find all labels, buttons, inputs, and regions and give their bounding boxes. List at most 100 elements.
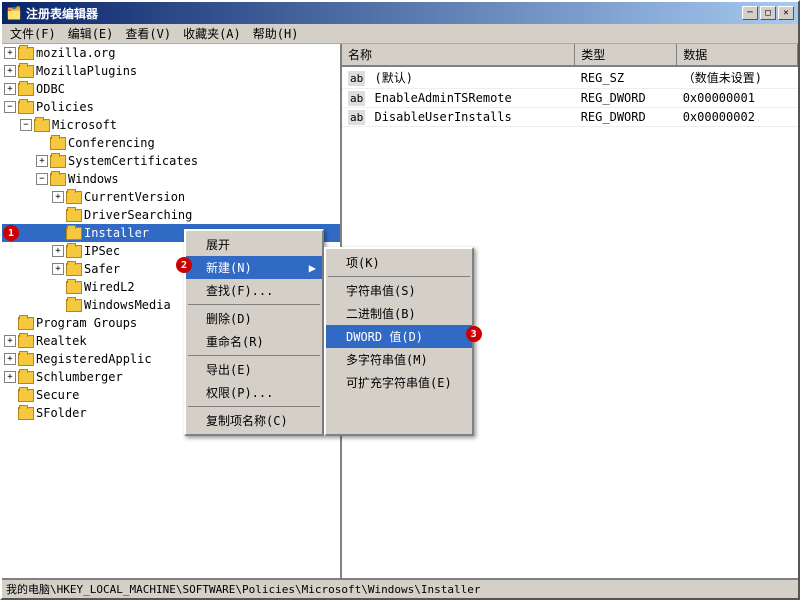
- sm-multistring[interactable]: 多字符串值(M): [326, 348, 472, 371]
- close-button[interactable]: ✕: [778, 6, 794, 20]
- reg-type: REG_DWORD: [575, 108, 677, 127]
- sm-string[interactable]: 字符串值(S): [326, 279, 472, 302]
- titlebar: 🗂️ 注册表编辑器 ─ □ ✕: [2, 2, 798, 24]
- tree-item-policies[interactable]: − Policies: [2, 98, 340, 116]
- tree-label-windows: Windows: [68, 172, 119, 186]
- submenu-arrow: ▶: [309, 261, 316, 275]
- folder-icon-sfolder: [18, 406, 34, 420]
- menu-help[interactable]: 帮助(H): [247, 24, 305, 43]
- menu-file[interactable]: 文件(F): [4, 24, 62, 43]
- sm-dword[interactable]: DWORD 值(D): [326, 325, 472, 348]
- tree-item-mozilla[interactable]: + mozilla.org: [2, 44, 340, 62]
- tree-item-odbc[interactable]: + ODBC: [2, 80, 340, 98]
- menu-view[interactable]: 查看(V): [119, 24, 177, 43]
- folder-icon-installer: [66, 226, 82, 240]
- statusbar-text: 我的电脑\HKEY_LOCAL_MACHINE\SOFTWARE\Policie…: [6, 581, 480, 597]
- tree-label-programgroups: Program Groups: [36, 316, 137, 330]
- folder-icon-registeredapplic: [18, 352, 34, 366]
- sm-binary[interactable]: 二进制值(B): [326, 302, 472, 325]
- cm-copyname[interactable]: 复制项名称(C): [186, 409, 322, 432]
- tree-label-conferencing: Conferencing: [68, 136, 155, 150]
- table-row[interactable]: ab DisableUserInstalls REG_DWORD 0x00000…: [342, 108, 798, 127]
- expander-realtek[interactable]: +: [4, 335, 16, 347]
- tree-label-windowsmedia: WindowsMedia: [84, 298, 171, 312]
- cm-find[interactable]: 查找(F)...: [186, 279, 322, 302]
- menu-favorites[interactable]: 收藏夹(A): [177, 24, 247, 43]
- maximize-button[interactable]: □: [760, 6, 776, 20]
- table-row[interactable]: ab (默认) REG_SZ （数值未设置): [342, 66, 798, 89]
- reg-data: 0x00000001: [677, 89, 798, 108]
- tree-label-wiredl2: WiredL2: [84, 280, 135, 294]
- expander-microsoft[interactable]: −: [20, 119, 32, 131]
- sm-key[interactable]: 项(K): [326, 251, 472, 274]
- tree-label-installer: Installer: [84, 226, 149, 240]
- expander-odbc[interactable]: +: [4, 83, 16, 95]
- main-window: 🗂️ 注册表编辑器 ─ □ ✕ 文件(F) 编辑(E) 查看(V) 收藏夹(A)…: [0, 0, 800, 600]
- cm-permissions[interactable]: 权限(P)...: [186, 381, 322, 404]
- sm-expandstring[interactable]: 可扩充字符串值(E): [326, 371, 472, 394]
- expander-safer[interactable]: +: [52, 263, 64, 275]
- folder-icon-mozillaplugins: [18, 64, 34, 78]
- tree-item-conferencing[interactable]: Conferencing: [2, 134, 340, 152]
- expander-policies[interactable]: −: [4, 101, 16, 113]
- tree-item-windows[interactable]: − Windows: [2, 170, 340, 188]
- titlebar-left: 🗂️ 注册表编辑器: [6, 5, 98, 22]
- cm-expand[interactable]: 展开: [186, 233, 322, 256]
- cm-separator-3: [188, 406, 320, 407]
- tree-label-mozillaplugins: MozillaPlugins: [36, 64, 137, 78]
- folder-icon-safer: [66, 262, 82, 276]
- folder-icon-windowsmedia: [66, 298, 82, 312]
- cm-new[interactable]: 新建(N) ▶: [186, 256, 322, 279]
- tree-label-mozilla: mozilla.org: [36, 46, 115, 60]
- col-type: 类型: [575, 44, 677, 66]
- tree-label-sfolder: SFolder: [36, 406, 87, 420]
- reg-name: ab EnableAdminTSRemote: [342, 89, 575, 108]
- expander-systemcerts[interactable]: +: [36, 155, 48, 167]
- expander-windows[interactable]: −: [36, 173, 48, 185]
- menu-edit[interactable]: 编辑(E): [62, 24, 120, 43]
- tree-label-realtek: Realtek: [36, 334, 87, 348]
- folder-icon-currentversion: [66, 190, 82, 204]
- context-menu-container: 展开 2 新建(N) ▶ 查找(F)... 删除(D): [184, 229, 474, 436]
- folder-icon-mozilla: [18, 46, 34, 60]
- folder-icon-ipsec: [66, 244, 82, 258]
- reg-data: （数值未设置): [677, 66, 798, 89]
- folder-icon-windows: [50, 172, 66, 186]
- tree-label-policies: Policies: [36, 100, 94, 114]
- tree-item-microsoft[interactable]: − Microsoft: [2, 116, 340, 134]
- tree-item-currentversion[interactable]: + CurrentVersion: [2, 188, 340, 206]
- folder-icon-wiredl2: [66, 280, 82, 294]
- cm-separator-2: [188, 355, 320, 356]
- statusbar: 我的电脑\HKEY_LOCAL_MACHINE\SOFTWARE\Policie…: [2, 578, 798, 598]
- tree-item-mozillaplugins[interactable]: + MozillaPlugins: [2, 62, 340, 80]
- main-content: + mozilla.org + MozillaPlugins + ODBC: [2, 44, 798, 578]
- cm-delete[interactable]: 删除(D): [186, 307, 322, 330]
- menubar: 文件(F) 编辑(E) 查看(V) 收藏夹(A) 帮助(H): [2, 24, 798, 44]
- badge-1: 1: [3, 225, 19, 241]
- folder-icon-systemcerts: [50, 154, 66, 168]
- minimize-button[interactable]: ─: [742, 6, 758, 20]
- col-name: 名称: [342, 44, 575, 66]
- badge-2: 2: [176, 257, 192, 273]
- tree-item-systemcerts[interactable]: + SystemCertificates: [2, 152, 340, 170]
- submenu: 项(K) 字符串值(S) 二进制值(B) 3 DWORD 值(D) 多字符串值(…: [324, 247, 474, 436]
- reg-type: REG_DWORD: [575, 89, 677, 108]
- expander-registeredapplic[interactable]: +: [4, 353, 16, 365]
- folder-icon-microsoft: [34, 118, 50, 132]
- cm-export[interactable]: 导出(E): [186, 358, 322, 381]
- tree-label-registeredapplic: RegisteredApplic: [36, 352, 152, 366]
- table-row[interactable]: ab EnableAdminTSRemote REG_DWORD 0x00000…: [342, 89, 798, 108]
- tree-label-schlumberger: Schlumberger: [36, 370, 123, 384]
- expander-mozillaplugins[interactable]: +: [4, 65, 16, 77]
- reg-name: ab (默认): [342, 66, 575, 89]
- cm-rename[interactable]: 重命名(R): [186, 330, 322, 353]
- folder-icon-secure: [18, 388, 34, 402]
- expander-ipsec[interactable]: +: [52, 245, 64, 257]
- col-data: 数据: [677, 44, 798, 66]
- expander-schlumberger[interactable]: +: [4, 371, 16, 383]
- tree-label-safer: Safer: [84, 262, 120, 276]
- tree-label-microsoft: Microsoft: [52, 118, 117, 132]
- expander-currentversion[interactable]: +: [52, 191, 64, 203]
- tree-item-driversearching[interactable]: DriverSearching: [2, 206, 340, 224]
- expander-mozilla[interactable]: +: [4, 47, 16, 59]
